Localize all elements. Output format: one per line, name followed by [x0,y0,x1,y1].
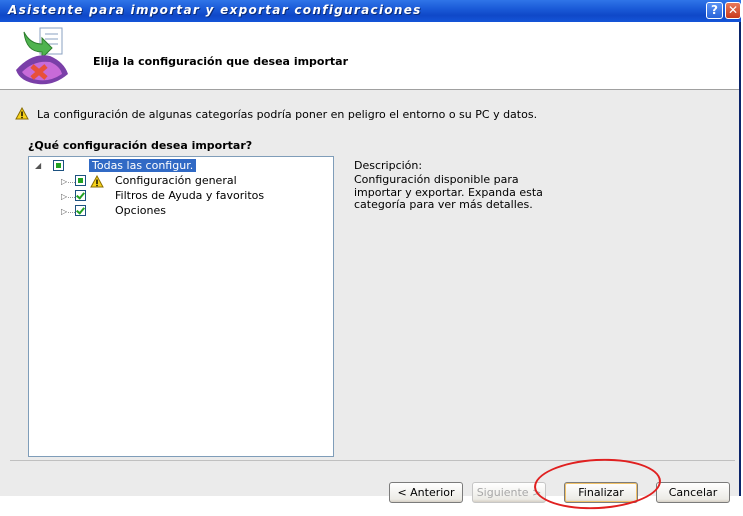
checkbox-all[interactable] [53,160,64,171]
help-button[interactable]: ? [706,2,723,19]
title-bar[interactable]: Asistente para importar y exportar confi… [0,0,741,22]
checkbox-options[interactable] [75,205,86,216]
tree-item-options[interactable]: ▷ Opciones [29,204,329,220]
description-text: Configuración disponible para importar y… [354,173,543,211]
footer-divider [10,460,735,461]
wizard-header: Elija la configuración que desea importa… [0,22,739,90]
tree-item-help-filters[interactable]: ▷ Filtros de Ayuda y favoritos [29,189,329,205]
expand-arrow-icon[interactable]: ▷ [61,192,67,201]
wizard-body: La configuración de algunas categorías p… [0,90,739,496]
tree-item-general[interactable]: ▷ Configuración general [29,174,329,190]
checkbox-help-filters[interactable] [75,190,86,201]
back-button[interactable]: < Anterior [389,482,463,503]
description-label: Descripción: [354,159,423,172]
tree-item-all[interactable]: ◢ Todas las configur. [29,159,329,175]
window-title: Asistente para importar y exportar confi… [8,3,422,17]
import-settings-icon [16,27,68,85]
warning-icon [90,175,104,188]
tree-item-label: Opciones [115,204,166,217]
close-button[interactable]: ✕ [725,2,741,19]
wizard-window: Asistente para importar y exportar confi… [0,0,741,496]
warning-icon [15,107,29,120]
cancel-button[interactable]: Cancelar [656,482,730,503]
expand-arrow-icon[interactable]: ▷ [61,177,67,186]
tree-item-label: Filtros de Ayuda y favoritos [115,189,265,202]
page-title: Elija la configuración que desea importa… [93,55,349,68]
settings-tree[interactable]: ◢ Todas las configur. ▷ Configuración ge… [28,156,334,457]
checkbox-general[interactable] [75,175,86,186]
warning-text: La configuración de algunas categorías p… [37,108,538,121]
tree-item-label: Configuración general [115,174,237,187]
expand-arrow-icon[interactable]: ▷ [61,207,67,216]
finish-button[interactable]: Finalizar [564,482,638,503]
tree-heading: ¿Qué configuración desea importar? [28,139,253,152]
tree-item-label: Todas las configur. [89,159,197,172]
collapse-arrow-icon[interactable]: ◢ [35,161,41,170]
next-button[interactable]: Siguiente > [472,482,546,503]
